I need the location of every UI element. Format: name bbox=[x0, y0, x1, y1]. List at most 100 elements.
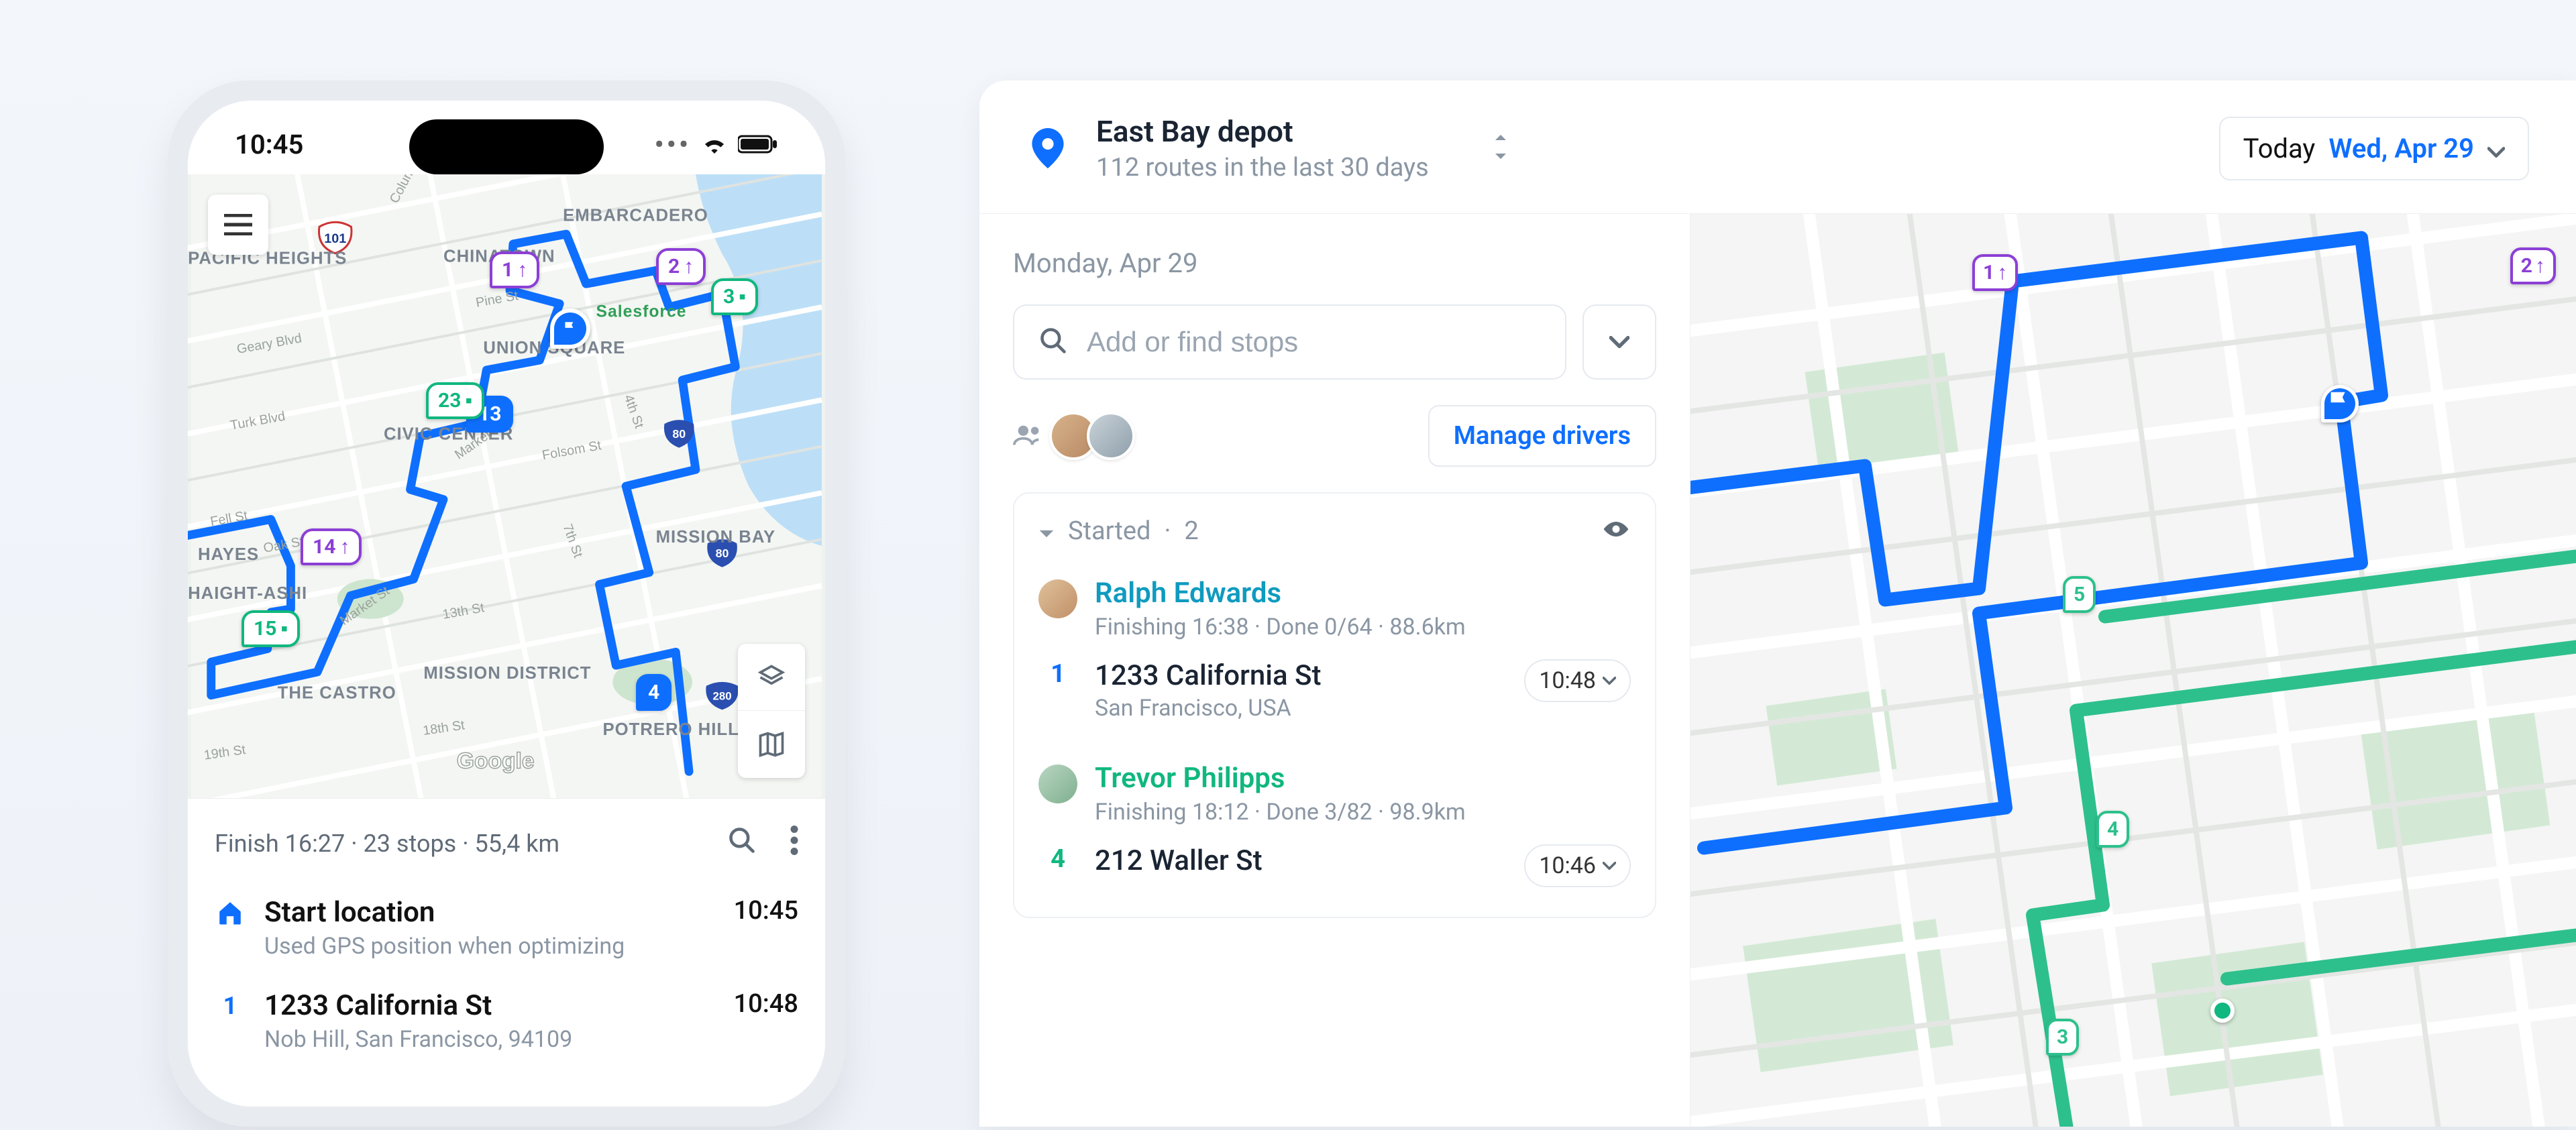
phone-screen: 10:45 ••• bbox=[188, 101, 825, 1107]
arrow-up-icon: ↑ bbox=[1997, 261, 2007, 284]
stop-number: 4 bbox=[1038, 844, 1077, 874]
svg-text:POTRERO HILL: POTRERO HILL bbox=[602, 720, 739, 739]
more-icon[interactable] bbox=[790, 826, 798, 861]
driver-next-stop[interactable]: 1 1233 California St San Francisco, USA … bbox=[1038, 640, 1631, 727]
map-stop-2[interactable]: 2↑ bbox=[656, 248, 706, 285]
list-item[interactable]: Start location Used GPS position when op… bbox=[215, 891, 798, 984]
stop-title: Start location bbox=[264, 896, 715, 929]
driver-name: Trevor Philipps bbox=[1095, 762, 1631, 795]
svg-text:MISSION BAY: MISSION BAY bbox=[656, 528, 776, 547]
sidebar-date: Monday, Apr 29 bbox=[1013, 247, 1656, 279]
driver-subline: Finishing 18:12 · Done 3/82 · 98.9km bbox=[1095, 799, 1631, 826]
svg-text:EMBARCADERO: EMBARCADERO bbox=[563, 206, 708, 225]
svg-text:101: 101 bbox=[324, 231, 346, 246]
stop-time: 10:45 bbox=[734, 896, 798, 925]
stop-title: 1233 California St bbox=[264, 989, 715, 1022]
arrow-up-icon: ↑ bbox=[339, 535, 350, 559]
routes-card: Started · 2 Ralph Edwards Finishing 16:3… bbox=[1013, 492, 1656, 918]
dot-sep: · bbox=[1164, 516, 1171, 546]
search-icon[interactable] bbox=[727, 826, 757, 861]
svg-text:Google: Google bbox=[457, 748, 535, 773]
summary-text: Finish 16:27 · 23 stops · 55,4 km bbox=[215, 830, 559, 858]
stop-sub: Nob Hill, San Francisco, 94109 bbox=[264, 1026, 715, 1053]
svg-text:THE CASTRO: THE CASTRO bbox=[278, 684, 396, 703]
dashboard-map-svg bbox=[1690, 214, 2576, 1127]
depot-pin-icon bbox=[1026, 127, 1069, 170]
search-input[interactable] bbox=[1087, 326, 1541, 358]
stop-sub: Used GPS position when optimizing bbox=[264, 933, 715, 960]
box-icon: ▪ bbox=[280, 617, 288, 640]
driver-position-dot[interactable] bbox=[2210, 999, 2235, 1023]
maptype-button[interactable] bbox=[738, 711, 805, 778]
map-stop-15[interactable]: 15▪ bbox=[241, 610, 300, 647]
search-icon bbox=[1038, 326, 1068, 358]
driver-name: Ralph Edwards bbox=[1095, 577, 1631, 610]
stop-time-pill[interactable]: 10:46 bbox=[1524, 844, 1631, 887]
svg-text:HAYES: HAYES bbox=[198, 545, 259, 564]
status-time: 10:45 bbox=[235, 129, 303, 160]
map-stop-1[interactable]: 1↑ bbox=[490, 251, 539, 288]
driver-subline: Finishing 16:38 · Done 0/64 · 88.6km bbox=[1095, 614, 1631, 640]
phone-bottom-sheet[interactable]: Finish 16:27 · 23 stops · 55,4 km Start … bbox=[188, 798, 825, 1107]
map-stop-4[interactable]: 4 bbox=[2096, 811, 2129, 848]
sheet-summary: Finish 16:27 · 23 stops · 55,4 km bbox=[215, 826, 798, 861]
avatar[interactable] bbox=[1087, 412, 1135, 460]
start-flag-marker[interactable] bbox=[550, 308, 590, 349]
date-prefix: Today bbox=[2243, 133, 2316, 164]
card-count: 2 bbox=[1184, 516, 1198, 546]
phone-map[interactable]: 101 80 80 280 EMBARCADERO CHINATOWN PACI… bbox=[188, 174, 825, 798]
map-stop-2[interactable]: 2↑ bbox=[2510, 247, 2556, 284]
phone-notch bbox=[409, 119, 604, 174]
stop-time: 10:48 bbox=[734, 989, 798, 1019]
map-stop-14[interactable]: 14↑ bbox=[301, 528, 362, 565]
map-controls bbox=[738, 644, 805, 778]
svg-text:MISSION DISTRICT: MISSION DISTRICT bbox=[423, 664, 591, 683]
cellular-dots-icon: ••• bbox=[654, 129, 691, 160]
depot-sub: 112 routes in the last 30 days bbox=[1096, 153, 1429, 182]
depot-switch-button[interactable] bbox=[1483, 125, 1519, 171]
driver-avatars[interactable] bbox=[1060, 412, 1135, 460]
map-stop-3[interactable]: 3 bbox=[2046, 1019, 2079, 1056]
stop-title: 212 Waller St bbox=[1095, 844, 1507, 877]
drivers-row: Manage drivers bbox=[1013, 405, 1656, 467]
collapse-icon[interactable] bbox=[1038, 516, 1055, 546]
wifi-icon bbox=[702, 129, 727, 160]
stop-sub: San Francisco, USA bbox=[1095, 695, 1507, 722]
map-stop-5[interactable]: 5 bbox=[2063, 576, 2096, 613]
list-item[interactable]: 1 1233 California St Nob Hill, San Franc… bbox=[215, 984, 798, 1077]
start-flag-marker[interactable] bbox=[2321, 385, 2359, 422]
dashboard-map[interactable]: 1↑ 2↑ 5 4 3 bbox=[1690, 214, 2576, 1127]
battery-icon bbox=[738, 129, 778, 160]
avatar bbox=[1038, 579, 1077, 618]
box-icon: ▪ bbox=[465, 389, 472, 412]
search-input-wrapper[interactable] bbox=[1013, 304, 1566, 380]
stop-time-pill[interactable]: 10:48 bbox=[1524, 659, 1631, 702]
svg-text:280: 280 bbox=[713, 690, 732, 703]
manage-drivers-button[interactable]: Manage drivers bbox=[1428, 405, 1656, 467]
map-stop-3[interactable]: 3▪ bbox=[711, 278, 758, 315]
svg-text:HAIGHT-ASHI: HAIGHT-ASHI bbox=[188, 584, 307, 603]
arrow-up-icon: ↑ bbox=[684, 255, 694, 278]
stop-number: 1 bbox=[223, 992, 237, 1020]
map-stop-1[interactable]: 1↑ bbox=[1972, 254, 2018, 291]
menu-button[interactable] bbox=[208, 194, 268, 255]
search-options-button[interactable] bbox=[1582, 304, 1656, 380]
people-icon bbox=[1013, 423, 1044, 449]
driver-next-stop[interactable]: 4 212 Waller St 10:46 bbox=[1038, 826, 1631, 893]
visibility-icon[interactable] bbox=[1601, 516, 1631, 546]
date-picker[interactable]: Today Wed, Apr 29 bbox=[2219, 117, 2529, 180]
driver-block[interactable]: Ralph Edwards Finishing 16:38 · Done 0/6… bbox=[1038, 559, 1631, 744]
layers-button[interactable] bbox=[738, 644, 805, 711]
driver-block[interactable]: Trevor Philipps Finishing 18:12 · Done 3… bbox=[1038, 744, 1631, 910]
chevron-down-icon bbox=[2487, 133, 2505, 164]
arrow-up-icon: ↑ bbox=[2535, 254, 2545, 278]
svg-text:80: 80 bbox=[672, 427, 686, 441]
arrow-up-icon: ↑ bbox=[517, 258, 527, 282]
dashboard-header: East Bay depot 112 routes in the last 30… bbox=[979, 80, 2576, 214]
stop-title: 1233 California St bbox=[1095, 659, 1507, 692]
map-stop-4[interactable]: 4 bbox=[636, 674, 672, 711]
map-stop-23[interactable]: 23▪ bbox=[426, 382, 484, 419]
dashboard-sidebar: Monday, Apr 29 bbox=[979, 214, 1690, 1127]
stop-number: 1 bbox=[1038, 659, 1077, 689]
depot-title: East Bay depot bbox=[1096, 114, 1429, 149]
